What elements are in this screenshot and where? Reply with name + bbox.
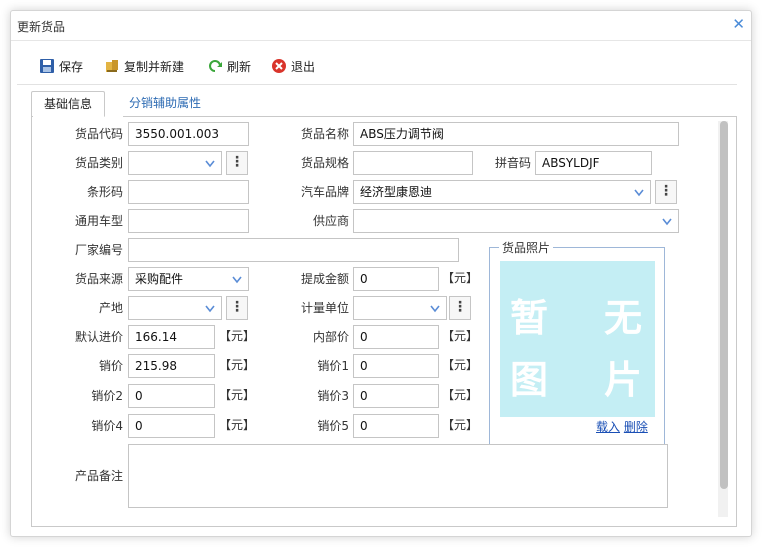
photo-char-3: 图	[510, 357, 549, 402]
load-photo-link[interactable]: 载入	[596, 420, 620, 434]
price1-unit: 【元】	[442, 358, 479, 372]
category-more-button[interactable]: ⋮	[226, 151, 248, 175]
name-label: 货品名称	[300, 127, 349, 141]
barcode-label: 条形码	[86, 185, 123, 199]
save-button[interactable]: 保存	[39, 57, 83, 75]
supplier-select[interactable]	[353, 209, 679, 233]
close-icon[interactable]: ✕	[732, 17, 745, 32]
cost-input[interactable]: 166.14	[128, 325, 215, 349]
price4-input[interactable]: 0	[128, 414, 215, 438]
close-circle-icon	[271, 58, 287, 74]
photo-legend: 货品照片	[499, 239, 554, 256]
commission-unit: 【元】	[442, 271, 479, 285]
price3-input[interactable]: 0	[353, 384, 439, 408]
photo-char-4: 片	[604, 357, 643, 402]
unit-more-button[interactable]: ⋮	[449, 296, 471, 320]
exit-label: 退出	[291, 59, 316, 74]
supplier-label: 供应商	[312, 214, 349, 228]
copy-new-label: 复制并新建	[124, 59, 185, 74]
price5-input[interactable]: 0	[353, 414, 439, 438]
source-value: 采购配件	[135, 272, 184, 286]
price2-unit: 【元】	[219, 388, 256, 402]
title-bar: 更新货品 ✕	[11, 11, 751, 41]
price4-unit: 【元】	[219, 418, 256, 432]
brand-more-button[interactable]: ⋮	[655, 180, 677, 204]
photo-char-1: 暂	[510, 295, 549, 340]
model-label: 通用车型	[74, 214, 123, 228]
origin-more-button[interactable]: ⋮	[226, 296, 248, 320]
chevron-down-icon	[232, 276, 242, 284]
pinyin-label: 拼音码	[494, 156, 531, 170]
refresh-label: 刷新	[227, 59, 252, 74]
cost-label: 默认进价	[74, 330, 123, 344]
dialog-window: 更新货品 ✕ 保存 复制并新建 刷新 退出 基础信息 分销辅助属性 货品代码 3…	[10, 10, 752, 537]
price3-unit: 【元】	[442, 388, 479, 402]
mfr-label: 厂家编号	[74, 243, 123, 257]
internal-unit: 【元】	[442, 329, 479, 343]
spec-input[interactable]	[353, 151, 473, 175]
price1-label: 销价1	[317, 359, 349, 373]
brand-label: 汽车品牌	[300, 185, 349, 199]
scrollbar-thumb[interactable]	[720, 121, 728, 489]
price-input[interactable]: 215.98	[128, 354, 215, 378]
floppy-disk-icon	[39, 58, 55, 74]
price5-label: 销价5	[317, 419, 349, 433]
price4-label: 销价4	[91, 419, 123, 433]
refresh-button[interactable]: 刷新	[207, 57, 251, 75]
notes-textarea[interactable]	[128, 444, 668, 508]
name-input[interactable]: ABS压力调节阀	[353, 122, 679, 146]
barcode-input[interactable]	[128, 180, 249, 204]
toolbar-divider	[17, 84, 737, 85]
origin-label: 产地	[98, 301, 123, 315]
chevron-down-icon	[430, 305, 440, 313]
unit-select[interactable]	[353, 296, 447, 320]
source-label: 货品来源	[74, 272, 123, 286]
product-photo-placeholder: 暂 无 图 片	[500, 261, 655, 417]
refresh-icon	[207, 58, 223, 74]
copy-icon	[104, 58, 120, 74]
tab-bar: 基础信息 分销辅助属性	[31, 91, 737, 119]
cost-unit: 【元】	[219, 329, 256, 343]
commission-input[interactable]: 0	[353, 267, 439, 291]
price5-unit: 【元】	[442, 418, 479, 432]
internal-label: 内部价	[312, 330, 349, 344]
brand-value: 经济型康恩迪	[360, 185, 433, 199]
code-label: 货品代码	[74, 127, 123, 141]
price1-input[interactable]: 0	[353, 354, 439, 378]
chevron-down-icon	[634, 189, 644, 197]
origin-select[interactable]	[128, 296, 222, 320]
source-select[interactable]: 采购配件	[128, 267, 249, 291]
unit-label: 计量单位	[300, 301, 349, 315]
commission-label: 提成金额	[300, 272, 349, 286]
chevron-down-icon	[662, 218, 672, 226]
chevron-down-icon	[205, 160, 215, 168]
price2-label: 销价2	[91, 389, 123, 403]
mfr-input[interactable]	[128, 238, 459, 262]
price2-input[interactable]: 0	[128, 384, 215, 408]
price3-label: 销价3	[317, 389, 349, 403]
pinyin-input[interactable]: ABSYLDJF	[535, 151, 652, 175]
category-select[interactable]	[128, 151, 222, 175]
copy-new-button[interactable]: 复制并新建	[104, 57, 184, 75]
tab-basic-info[interactable]: 基础信息	[31, 91, 106, 117]
photo-char-2: 无	[604, 295, 643, 340]
notes-label: 产品备注	[74, 469, 123, 483]
category-label: 货品类别	[74, 156, 123, 170]
dialog-title: 更新货品	[17, 20, 66, 34]
toolbar: 保存 复制并新建 刷新 退出	[11, 51, 751, 81]
photo-actions: 载入 删除	[596, 418, 648, 435]
chevron-down-icon	[205, 305, 215, 313]
save-label: 保存	[59, 59, 84, 74]
price-unit: 【元】	[219, 358, 256, 372]
price-label: 销价	[98, 359, 123, 373]
internal-input[interactable]: 0	[353, 325, 439, 349]
exit-button[interactable]: 退出	[271, 57, 315, 75]
tab-distribution-attrs[interactable]: 分销辅助属性	[117, 91, 213, 117]
brand-select[interactable]: 经济型康恩迪	[353, 180, 651, 204]
code-input[interactable]: 3550.001.003	[128, 122, 249, 146]
spec-label: 货品规格	[300, 156, 349, 170]
model-input[interactable]	[128, 209, 249, 233]
delete-photo-link[interactable]: 删除	[624, 420, 648, 434]
